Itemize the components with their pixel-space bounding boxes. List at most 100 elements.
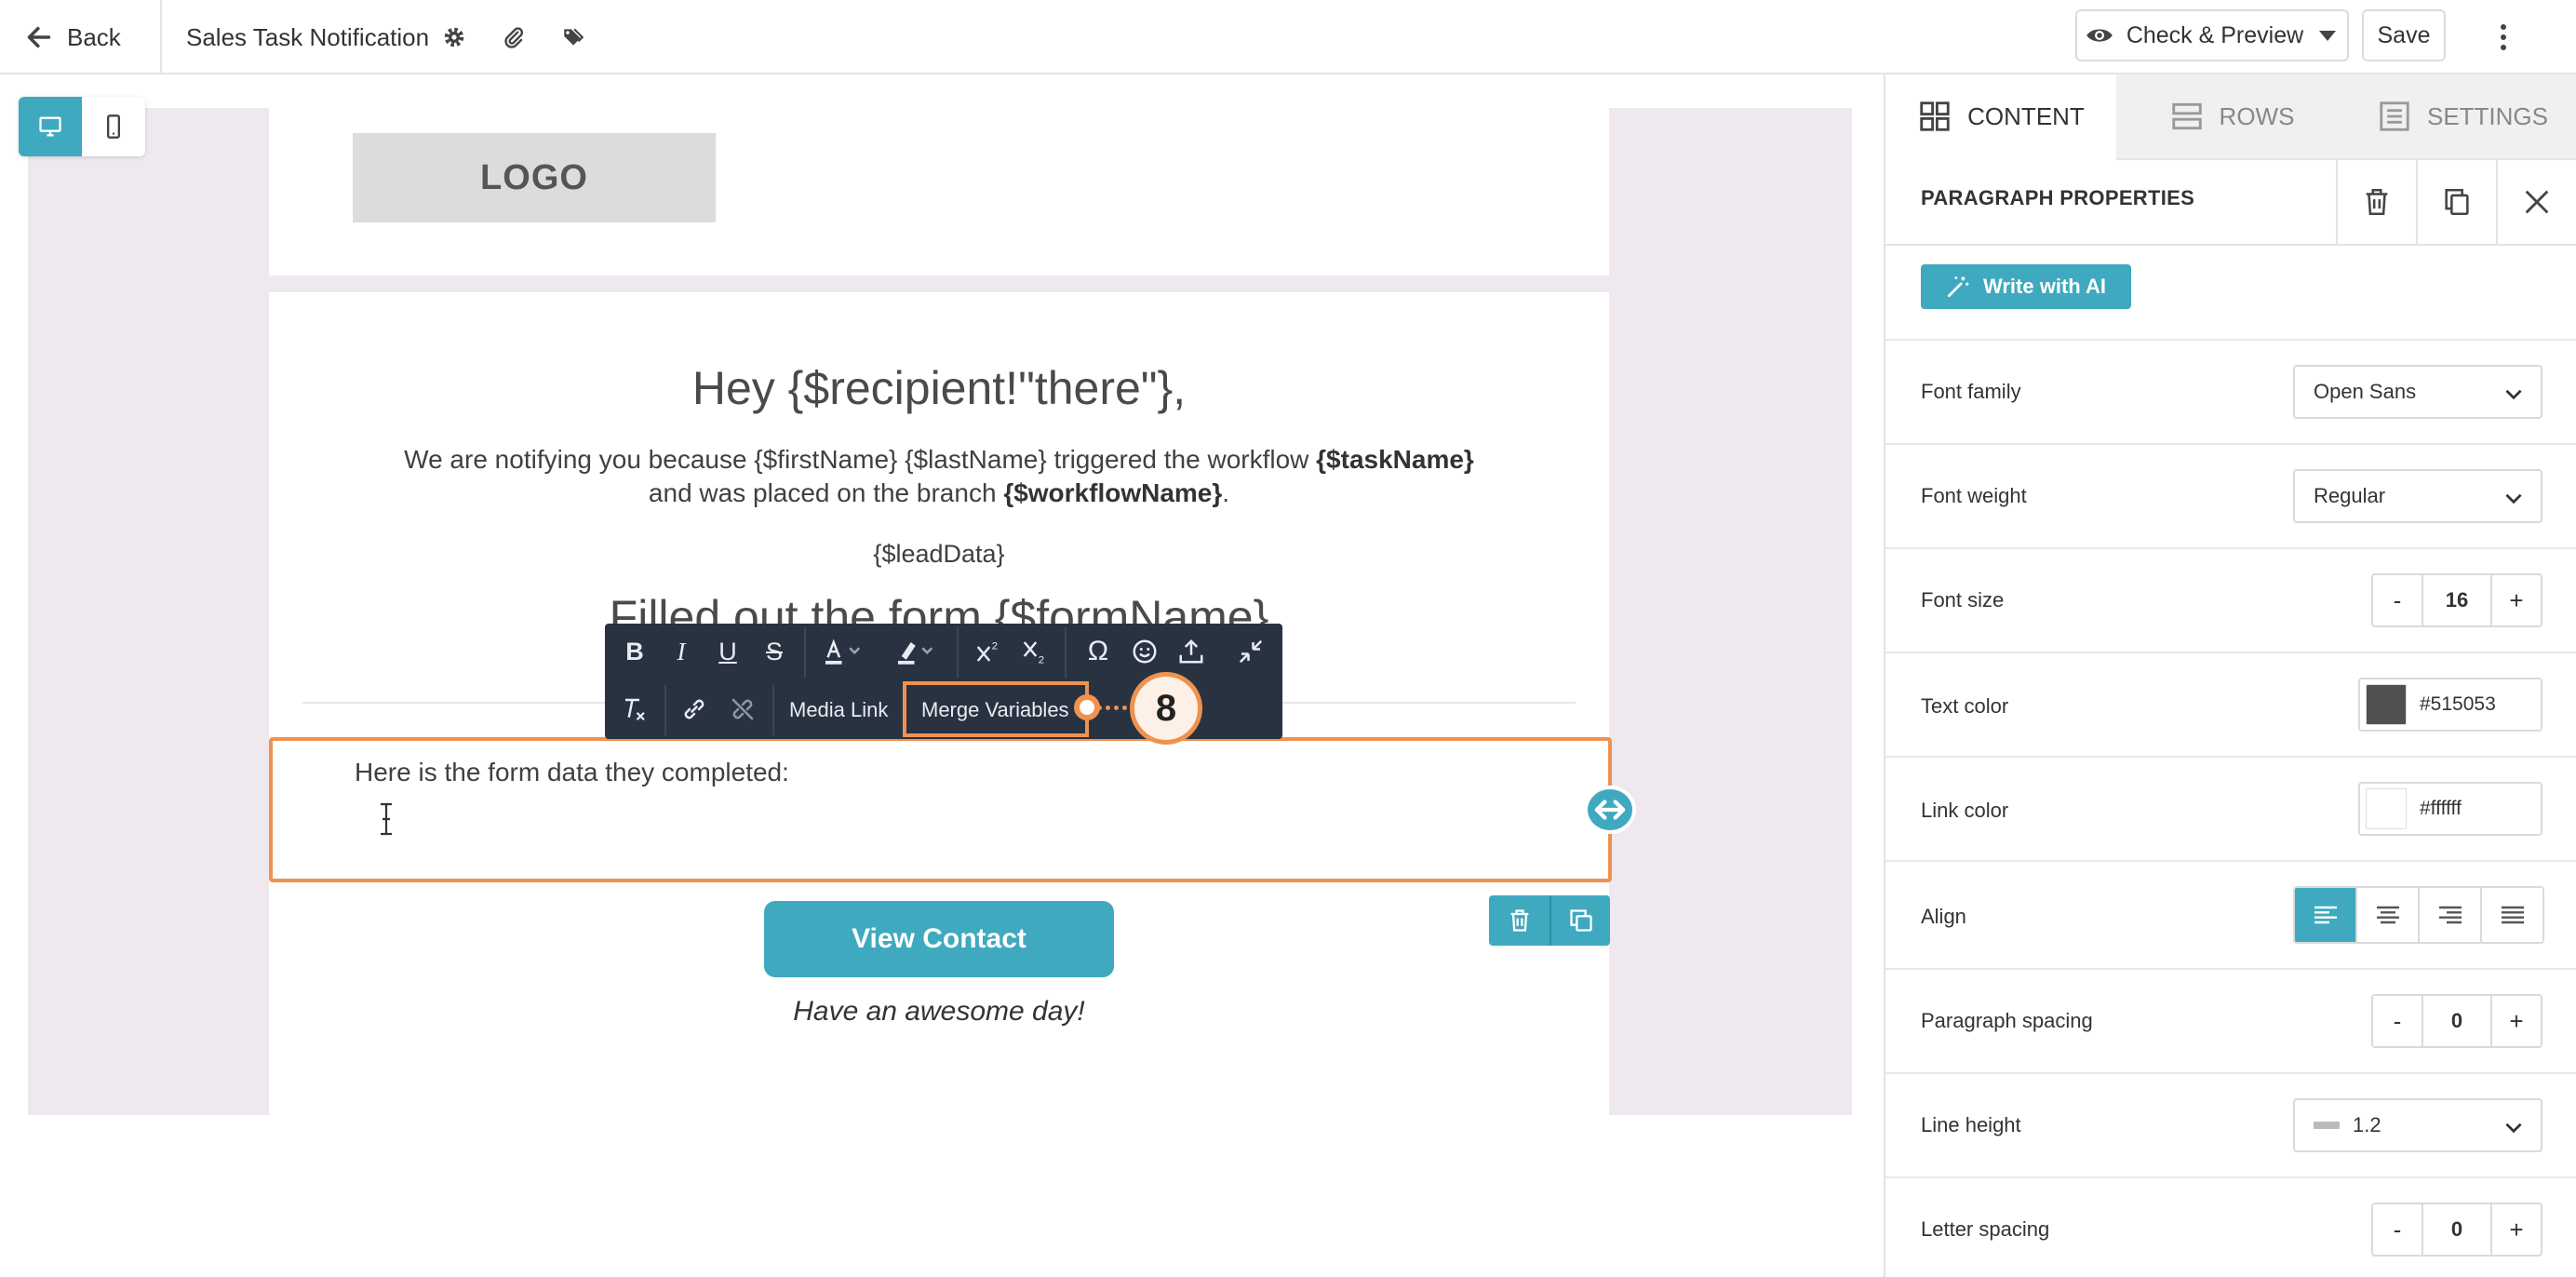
top-bar: Back Sales Task Notification Check & Pre… — [0, 0, 2576, 74]
more-options-icon[interactable] — [2485, 17, 2522, 58]
link-color-value[interactable]: #ffffff — [2420, 798, 2462, 820]
notification-paragraph[interactable]: We are notifying you because {$firstName… — [325, 443, 1553, 510]
text-color-swatch[interactable] — [2366, 684, 2407, 725]
letter-spacing-row: Letter spacing - 0 + — [1885, 1176, 2576, 1277]
save-button[interactable]: Save — [2362, 9, 2446, 61]
panel-tabs: CONTENT ROWS SETTINGS — [1885, 74, 2576, 160]
tab-settings[interactable]: SETTINGS — [2347, 74, 2576, 160]
back-button[interactable]: Back — [26, 19, 121, 56]
align-left-button[interactable] — [2295, 888, 2355, 942]
align-right-button[interactable] — [2418, 888, 2480, 942]
font-size-value[interactable]: 16 — [2422, 575, 2492, 625]
font-family-select[interactable]: Open Sans — [2293, 365, 2542, 419]
rows-icon — [2171, 102, 2202, 130]
logo-row[interactable]: LOGO — [269, 108, 1609, 276]
view-contact-button[interactable]: View Contact — [764, 901, 1114, 977]
italic-button[interactable]: I — [659, 629, 704, 674]
line-height-icon — [2314, 1122, 2340, 1129]
subscript-button[interactable]: 2 — [1013, 629, 1057, 674]
upload-button[interactable] — [1169, 629, 1214, 674]
letter-spacing-increment[interactable]: + — [2492, 1204, 2541, 1255]
collapse-arrows-icon — [1239, 639, 1263, 664]
logo-placeholder[interactable]: LOGO — [353, 133, 716, 222]
delete-element-button[interactable] — [2336, 160, 2416, 244]
text-color-label: Text color — [1921, 694, 2009, 718]
paperclip-icon[interactable] — [497, 20, 530, 54]
close-panel-button[interactable] — [2496, 160, 2576, 244]
callout-anchor — [1074, 694, 1100, 720]
line-height-select[interactable]: 1.2 — [2293, 1098, 2542, 1152]
chevron-down-icon — [2505, 493, 2522, 504]
link-color-field[interactable]: #ffffff — [2358, 782, 2542, 836]
letter-spacing-value[interactable]: 0 — [2422, 1204, 2492, 1255]
align-justify-icon — [2501, 906, 2524, 924]
grid-icon — [1920, 101, 1950, 131]
lead-data-variable[interactable]: {$leadData} — [269, 540, 1609, 569]
align-center-button[interactable] — [2355, 888, 2418, 942]
text-color-value[interactable]: #515053 — [2420, 693, 2496, 716]
duplicate-block-button[interactable] — [1550, 895, 1610, 946]
collapse-toolbar-button[interactable] — [1228, 629, 1273, 674]
align-justify-button[interactable] — [2480, 888, 2542, 942]
link-icon — [684, 699, 704, 719]
font-size-stepper: - 16 + — [2371, 573, 2542, 627]
font-size-increment[interactable]: + — [2492, 575, 2541, 625]
superscript-button[interactable]: 2 — [966, 629, 1011, 674]
tab-content[interactable]: CONTENT — [1885, 74, 2116, 160]
toolbar-divider — [804, 627, 806, 678]
merge-variables-highlight — [903, 681, 1089, 737]
block-actions — [1489, 895, 1610, 946]
check-preview-button[interactable]: Check & Preview — [2075, 9, 2349, 61]
upload-icon — [1179, 638, 1203, 664]
paragraph-spacing-value[interactable]: 0 — [2422, 996, 2492, 1046]
step-callout-badge: 8 — [1130, 672, 1202, 745]
duplicate-element-button[interactable] — [2416, 160, 2496, 244]
underline-button[interactable]: U — [705, 629, 750, 674]
mobile-view-button[interactable] — [82, 97, 145, 156]
remove-link-button[interactable] — [720, 687, 765, 732]
font-size-decrement[interactable]: - — [2373, 575, 2422, 625]
toolbar-divider — [1065, 627, 1067, 678]
align-left-icon — [2314, 906, 2337, 924]
highlighter-icon — [898, 642, 933, 665]
copy-icon — [1569, 909, 1592, 932]
align-label: Align — [1921, 905, 1966, 928]
properties-panel: CONTENT ROWS SETTINGS PARAGRAPH PROPERTI… — [1884, 74, 2576, 1277]
copy-icon — [2445, 188, 2469, 216]
special-character-button[interactable]: Ω — [1076, 629, 1120, 674]
selected-paragraph-block[interactable]: Here is the form data they completed: — [269, 737, 1612, 882]
highlight-button[interactable] — [884, 629, 949, 674]
align-right-icon — [2438, 906, 2462, 924]
paragraph-spacing-decrement[interactable]: - — [2373, 996, 2422, 1046]
paragraph-spacing-increment[interactable]: + — [2492, 996, 2541, 1046]
font-weight-select[interactable]: Regular — [2293, 469, 2542, 523]
align-center-icon — [2376, 906, 2399, 924]
font-family-value: Open Sans — [2314, 380, 2417, 403]
svg-text:2: 2 — [1039, 655, 1044, 666]
font-family-row: Font family Open Sans — [1885, 339, 2576, 443]
desktop-view-button[interactable] — [19, 97, 82, 156]
paragraph-text[interactable]: Here is the form data they completed: — [355, 756, 789, 789]
tag-icon[interactable] — [557, 20, 590, 54]
emoji-button[interactable] — [1122, 629, 1167, 674]
greeting-heading[interactable]: Hey {$recipient!"there"}, — [269, 361, 1609, 415]
properties-header: PARAGRAPH PROPERTIES — [1885, 160, 2576, 246]
text-color-button[interactable] — [812, 629, 877, 674]
letter-spacing-decrement[interactable]: - — [2373, 1204, 2422, 1255]
link-color-swatch[interactable] — [2366, 788, 2407, 829]
settings-list-icon — [2380, 101, 2409, 131]
link-color-label: Link color — [1921, 799, 2009, 822]
media-link-button[interactable]: Media Link — [789, 692, 888, 728]
signoff-text[interactable]: Have an awesome day! — [269, 996, 1609, 1028]
unlink-icon — [731, 698, 754, 720]
strikethrough-button[interactable]: S — [752, 629, 797, 674]
tab-rows[interactable]: ROWS — [2116, 74, 2347, 160]
text-color-field[interactable]: #515053 — [2358, 678, 2542, 732]
resize-handle[interactable] — [1584, 786, 1636, 834]
write-with-ai-button[interactable]: Write with AI — [1921, 264, 2131, 309]
delete-block-button[interactable] — [1489, 895, 1550, 946]
insert-link-button[interactable] — [672, 687, 717, 732]
clear-formatting-button[interactable] — [612, 687, 657, 732]
bold-button[interactable]: B — [612, 629, 657, 674]
gear-icon[interactable] — [437, 20, 471, 54]
